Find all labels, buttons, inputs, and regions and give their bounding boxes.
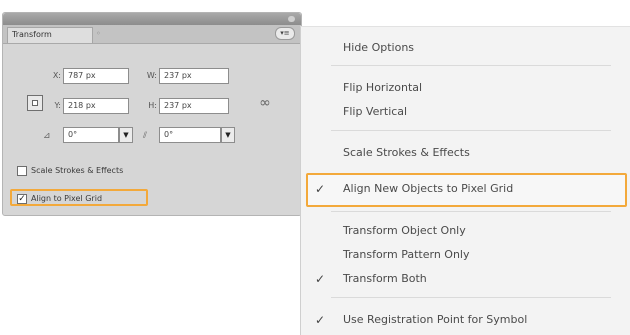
check-icon: ✓ xyxy=(315,313,326,327)
reference-point-icon[interactable] xyxy=(27,95,43,111)
panel-tab-bar: Transform ◦ ▾≡ xyxy=(3,25,301,44)
collapse-grip-icon[interactable] xyxy=(288,16,295,22)
tab-transform-label: Transform xyxy=(12,30,52,39)
shear-field[interactable]: 0° xyxy=(159,127,221,143)
menu-item-scale-strokes[interactable]: Scale Strokes & Effects xyxy=(343,146,470,159)
w-label: W: xyxy=(146,71,157,80)
menu-divider xyxy=(331,65,611,66)
menu-item-transform-both[interactable]: Transform Both xyxy=(343,272,427,285)
rotate-icon: ⊿ xyxy=(43,131,51,141)
w-field[interactable]: 237 px xyxy=(159,68,229,84)
menu-item-transform-pattern-only[interactable]: Transform Pattern Only xyxy=(343,248,469,261)
panel-menu-icon: ▾≡ xyxy=(280,29,290,37)
w-value: 237 px xyxy=(164,71,192,80)
menu-item-flip-horizontal[interactable]: Flip Horizontal xyxy=(343,81,422,94)
rotate-field[interactable]: 0° xyxy=(63,127,119,143)
y-field[interactable]: 218 px xyxy=(63,98,129,114)
menu-item-use-registration-point[interactable]: Use Registration Point for Symbol xyxy=(343,313,527,326)
menu-divider xyxy=(331,211,611,212)
y-label: Y: xyxy=(54,101,61,110)
shear-icon: ⫽ xyxy=(143,131,148,141)
x-value: 787 px xyxy=(68,71,96,80)
constrain-proportions-link-icon[interactable]: ∞ xyxy=(259,95,271,111)
chevron-down-icon: ▼ xyxy=(225,131,231,139)
menu-item-align-new-objects[interactable]: Align New Objects to Pixel Grid xyxy=(343,182,513,195)
rotate-dropdown-button[interactable]: ▼ xyxy=(119,127,133,143)
panel-title-bar[interactable] xyxy=(3,13,301,25)
tab-transform[interactable]: Transform xyxy=(7,27,93,43)
chevron-down-icon: ▼ xyxy=(123,131,129,139)
menu-item-hide-options[interactable]: Hide Options xyxy=(343,41,414,54)
h-field[interactable]: 237 px xyxy=(159,98,229,114)
shear-dropdown-button[interactable]: ▼ xyxy=(221,127,235,143)
h-value: 237 px xyxy=(164,101,192,110)
y-value: 218 px xyxy=(68,101,96,110)
menu-divider xyxy=(331,130,611,131)
x-field[interactable]: 787 px xyxy=(63,68,129,84)
panel-menu-button[interactable]: ▾≡ xyxy=(275,27,295,40)
check-icon: ✓ xyxy=(315,182,326,196)
x-label: X: xyxy=(52,71,61,80)
transform-panel: Transform ◦ ▾≡ X: 787 px W: 237 px ∞ Y: … xyxy=(2,12,302,216)
scale-strokes-checkbox[interactable] xyxy=(17,166,27,176)
panel-flyout-menu: Hide Options Flip Horizontal Flip Vertic… xyxy=(300,26,630,335)
tab-close-icon[interactable]: ◦ xyxy=(96,29,106,39)
menu-item-transform-object-only[interactable]: Transform Object Only xyxy=(343,224,466,237)
menu-item-flip-vertical[interactable]: Flip Vertical xyxy=(343,105,407,118)
menu-divider xyxy=(331,297,611,298)
h-label: H: xyxy=(148,101,157,110)
scale-strokes-label: Scale Strokes & Effects xyxy=(31,166,124,175)
rotate-value: 0° xyxy=(68,130,78,139)
shear-value: 0° xyxy=(164,130,174,139)
check-icon: ✓ xyxy=(315,272,326,286)
align-pixel-callout xyxy=(10,189,148,206)
